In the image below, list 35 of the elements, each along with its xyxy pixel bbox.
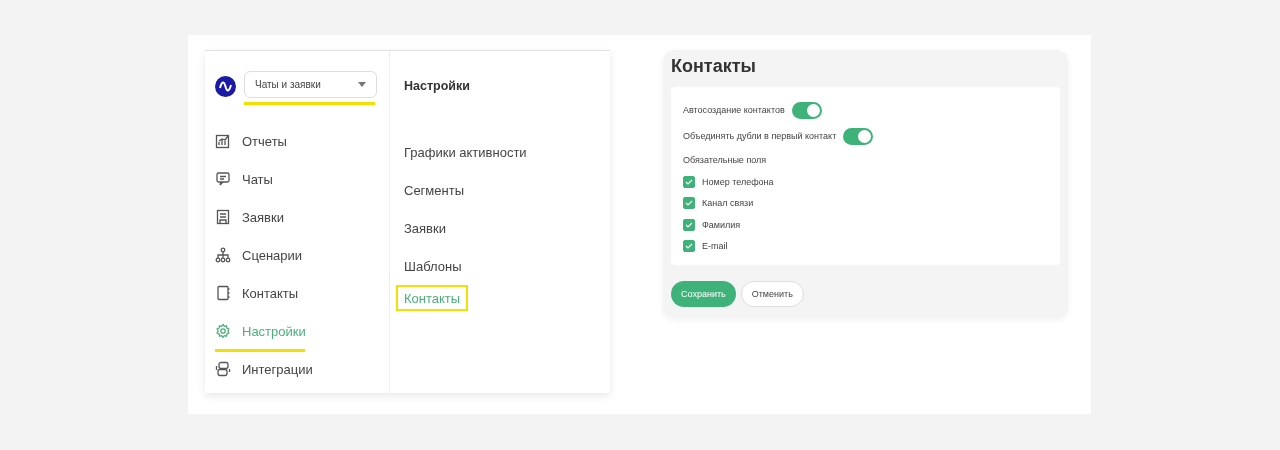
document-icon (215, 209, 231, 225)
checkbox-label: Канал связи (702, 198, 754, 209)
checkbox-label: Фамилия (702, 219, 741, 230)
settings-icon (215, 323, 231, 339)
submenu-title: Настройки (404, 79, 470, 95)
cancel-button[interactable]: Отменить (740, 281, 804, 307)
toggle-label: Объединять дубли в первый контакт (683, 131, 837, 141)
hierarchy-icon (215, 247, 231, 263)
nav-item[interactable]: Чаты (215, 163, 273, 195)
checkbox[interactable] (683, 240, 695, 253)
checkbox-label: Номер телефона (702, 176, 774, 187)
toggle-switch[interactable] (843, 127, 874, 145)
nav-item[interactable]: Заявки (215, 201, 284, 233)
toggle-label: Автосоздание контактов (683, 105, 785, 115)
workspace-dropdown[interactable]: Чаты и заявки (244, 71, 377, 98)
notebook-icon (215, 285, 231, 301)
panel-title: Контакты (671, 56, 757, 77)
caret-icon (358, 82, 366, 87)
logo-icon (215, 76, 236, 97)
checkbox[interactable] (683, 197, 695, 210)
submenu-item[interactable]: Графики активности (404, 133, 527, 171)
section-label: Обязательные поля (683, 154, 768, 167)
checkbox-label: E-mail (702, 241, 728, 252)
chat-icon (215, 171, 231, 187)
checkbox[interactable] (683, 218, 695, 231)
nav-item[interactable]: Сценарии (215, 239, 303, 271)
submenu-item[interactable]: Шаблоны (404, 247, 462, 285)
toggle-switch[interactable] (791, 101, 822, 119)
nav-item[interactable]: Отчеты (215, 125, 287, 157)
submenu-item[interactable]: Заявки (404, 209, 446, 247)
chart-icon (215, 133, 231, 149)
nav-item[interactable]: Контакты (215, 277, 299, 309)
nav-item[interactable]: Интеграции (215, 353, 313, 385)
checkbox[interactable] (683, 175, 695, 188)
submenu-item[interactable]: Сегменты (404, 171, 464, 209)
